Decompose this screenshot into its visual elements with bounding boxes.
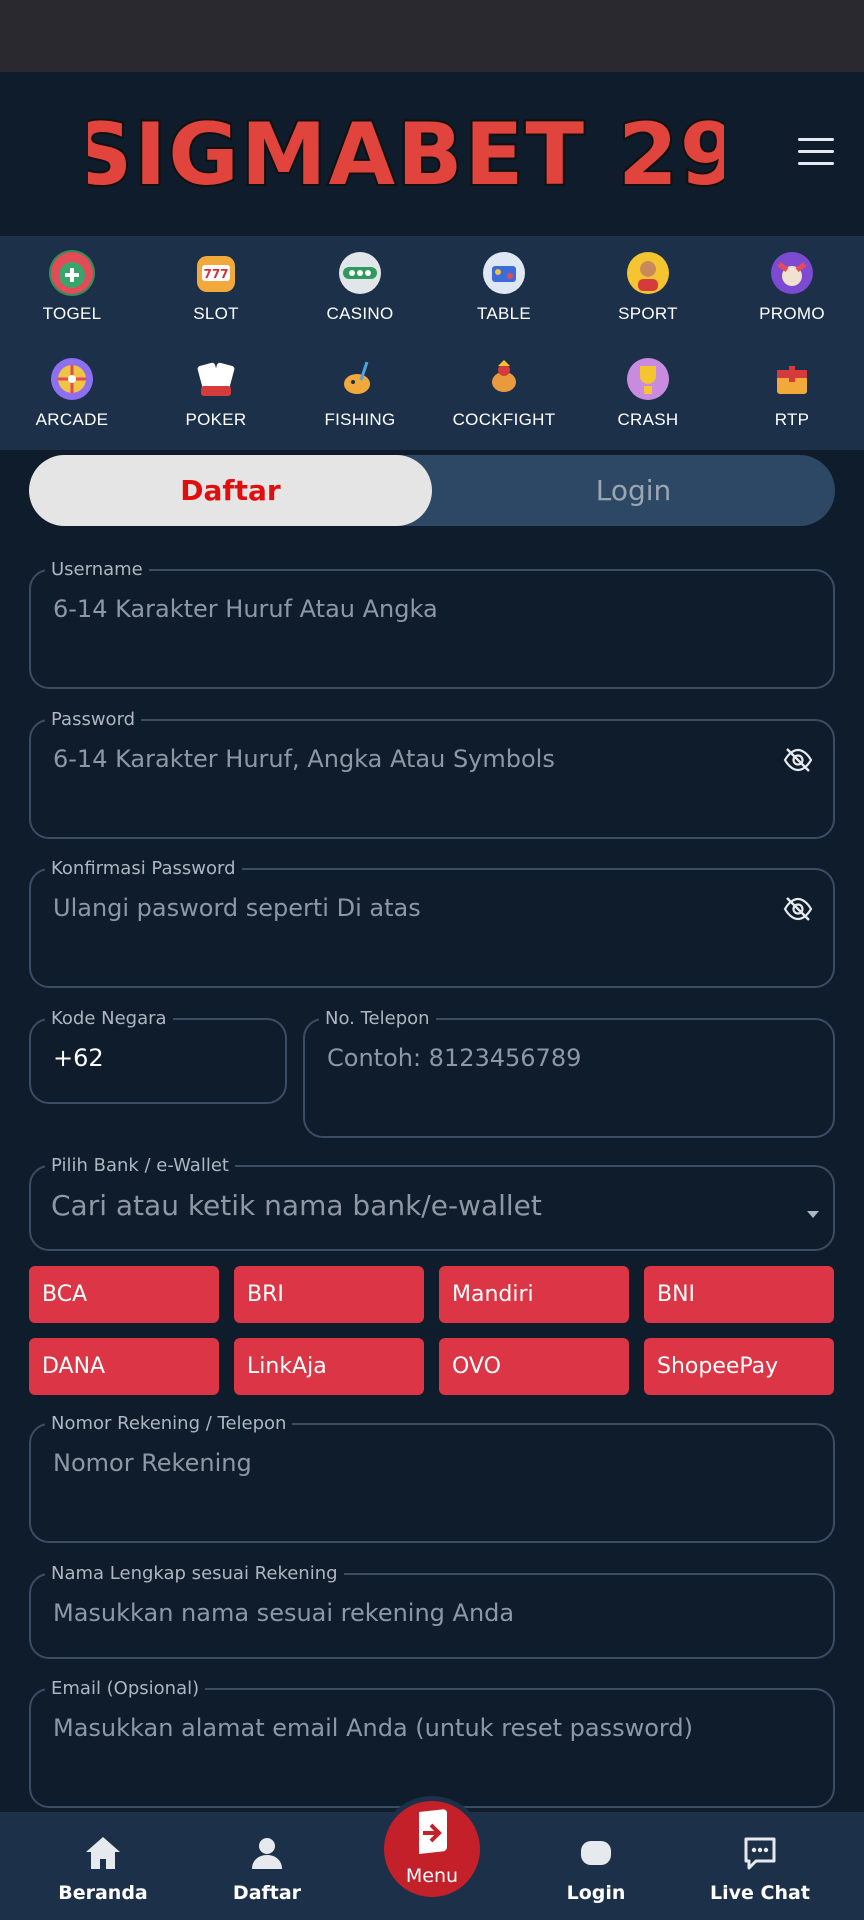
togel-icon bbox=[49, 250, 95, 296]
nav-daftar[interactable]: Daftar bbox=[202, 1812, 332, 1920]
country-code-input[interactable] bbox=[53, 1044, 253, 1072]
bank-button-mandiri[interactable]: Mandiri bbox=[439, 1266, 629, 1323]
login-icon bbox=[575, 1832, 617, 1874]
category-poker[interactable]: POKER bbox=[144, 342, 288, 450]
country-code-field: Kode Negara bbox=[29, 1008, 287, 1104]
rtp-icon bbox=[769, 356, 815, 402]
bank-button-bri[interactable]: BRI bbox=[234, 1266, 424, 1323]
confirm-password-input[interactable] bbox=[53, 894, 695, 922]
full-name-label: Nama Lengkap sesuai Rekening bbox=[45, 1563, 344, 1584]
crash-icon bbox=[625, 356, 671, 402]
sport-icon bbox=[625, 250, 671, 296]
nav-login[interactable]: Login bbox=[531, 1812, 661, 1920]
email-label: Email (Opsional) bbox=[45, 1678, 206, 1699]
phone-field: No. Telepon bbox=[303, 1008, 835, 1138]
bank-button-shopeepay[interactable]: ShopeePay bbox=[644, 1338, 834, 1395]
category-label: CASINO bbox=[326, 304, 394, 323]
password-field: Password bbox=[29, 709, 835, 839]
bank-button-dana[interactable]: DANA bbox=[29, 1338, 219, 1395]
status-bar bbox=[0, 0, 864, 72]
category-label: COCKFIGHT bbox=[452, 410, 556, 429]
phone-input[interactable] bbox=[327, 1044, 750, 1072]
menu-button[interactable]: Menu bbox=[379, 1796, 485, 1902]
bank-select-field[interactable]: Pilih Bank / e-Wallet bbox=[29, 1155, 835, 1251]
category-togel[interactable]: TOGEL bbox=[0, 236, 144, 342]
home-icon bbox=[82, 1832, 124, 1874]
brand-logo[interactable]: SIGMABET 29 bbox=[88, 110, 724, 194]
slot-icon: 777 bbox=[193, 250, 239, 296]
confirm-password-field: Konfirmasi Password bbox=[29, 858, 835, 988]
nav-live-chat-label: Live Chat bbox=[710, 1882, 810, 1904]
account-number-input[interactable] bbox=[53, 1449, 695, 1477]
bank-search-input[interactable] bbox=[51, 1189, 773, 1222]
category-label: RTP bbox=[774, 410, 810, 429]
username-label: Username bbox=[45, 559, 149, 580]
auth-tabs: Daftar Login bbox=[29, 455, 835, 526]
menu-button-label: Menu bbox=[405, 1865, 459, 1887]
category-label: FISHING bbox=[324, 410, 396, 429]
account-number-label: Nomor Rekening / Telepon bbox=[45, 1413, 293, 1434]
category-label: POKER bbox=[185, 410, 247, 429]
username-field: Username bbox=[29, 559, 835, 689]
eye-off-icon[interactable] bbox=[783, 896, 813, 922]
cockfight-icon bbox=[481, 356, 527, 402]
bank-select-label: Pilih Bank / e-Wallet bbox=[45, 1155, 235, 1176]
bank-button-grid: BCA BRI Mandiri BNI DANA LinkAja OVO Sho… bbox=[29, 1266, 835, 1395]
category-grid: TOGEL 777 SLOT CASINO TABLE SPORT PROMO bbox=[0, 236, 864, 450]
promo-icon bbox=[769, 250, 815, 296]
category-table[interactable]: TABLE bbox=[432, 236, 576, 342]
confirm-password-label: Konfirmasi Password bbox=[45, 858, 242, 879]
category-label: SLOT bbox=[193, 304, 239, 323]
category-cockfight[interactable]: COCKFIGHT bbox=[432, 342, 576, 450]
caret-down-icon[interactable] bbox=[807, 1211, 819, 1218]
email-input[interactable] bbox=[53, 1714, 791, 1742]
nav-login-label: Login bbox=[566, 1882, 626, 1904]
category-promo[interactable]: PROMO bbox=[720, 236, 864, 342]
category-crash[interactable]: CRASH bbox=[576, 342, 720, 450]
full-name-input[interactable] bbox=[53, 1599, 791, 1627]
nav-beranda[interactable]: Beranda bbox=[38, 1812, 168, 1920]
password-label: Password bbox=[45, 709, 142, 730]
nav-daftar-label: Daftar bbox=[232, 1882, 302, 1904]
tab-login[interactable]: Login bbox=[432, 455, 835, 526]
category-label: TABLE bbox=[476, 304, 532, 323]
eye-off-icon[interactable] bbox=[783, 747, 813, 773]
tab-daftar[interactable]: Daftar bbox=[29, 455, 432, 526]
category-slot[interactable]: 777 SLOT bbox=[144, 236, 288, 342]
chat-icon bbox=[739, 1832, 781, 1874]
svg-text:777: 777 bbox=[203, 267, 228, 281]
account-number-field: Nomor Rekening / Telepon bbox=[29, 1413, 835, 1543]
category-fishing[interactable]: FISHING bbox=[288, 342, 432, 450]
category-rtp[interactable]: RTP bbox=[720, 342, 864, 450]
category-casino[interactable]: CASINO bbox=[288, 236, 432, 342]
table-icon bbox=[481, 250, 527, 296]
bank-button-ovo[interactable]: OVO bbox=[439, 1338, 629, 1395]
casino-icon bbox=[337, 250, 383, 296]
full-name-field: Nama Lengkap sesuai Rekening bbox=[29, 1563, 835, 1659]
hamburger-menu-icon[interactable] bbox=[798, 138, 834, 168]
nav-live-chat[interactable]: Live Chat bbox=[695, 1812, 825, 1920]
username-input[interactable] bbox=[53, 595, 695, 623]
category-label: ARCADE bbox=[35, 410, 109, 429]
arcade-icon bbox=[49, 356, 95, 402]
category-label: TOGEL bbox=[42, 304, 102, 323]
fishing-icon bbox=[337, 356, 383, 402]
category-label: PROMO bbox=[759, 304, 825, 323]
category-arcade[interactable]: ARCADE bbox=[0, 342, 144, 450]
nav-beranda-label: Beranda bbox=[58, 1882, 148, 1904]
country-code-label: Kode Negara bbox=[45, 1008, 173, 1029]
phone-label: No. Telepon bbox=[319, 1008, 436, 1029]
login-arrow-icon bbox=[419, 1809, 447, 1854]
password-input[interactable] bbox=[53, 745, 695, 773]
brand-logo-text: SIGMABET 29 bbox=[88, 110, 724, 194]
category-label: CRASH bbox=[617, 410, 679, 429]
email-field: Email (Opsional) bbox=[29, 1678, 835, 1808]
bank-button-bni[interactable]: BNI bbox=[644, 1266, 834, 1323]
category-label: SPORT bbox=[618, 304, 678, 323]
bank-button-linkaja[interactable]: LinkAja bbox=[234, 1338, 424, 1395]
user-icon bbox=[246, 1832, 288, 1874]
poker-icon bbox=[193, 356, 239, 402]
bank-button-bca[interactable]: BCA bbox=[29, 1266, 219, 1323]
category-sport[interactable]: SPORT bbox=[576, 236, 720, 342]
